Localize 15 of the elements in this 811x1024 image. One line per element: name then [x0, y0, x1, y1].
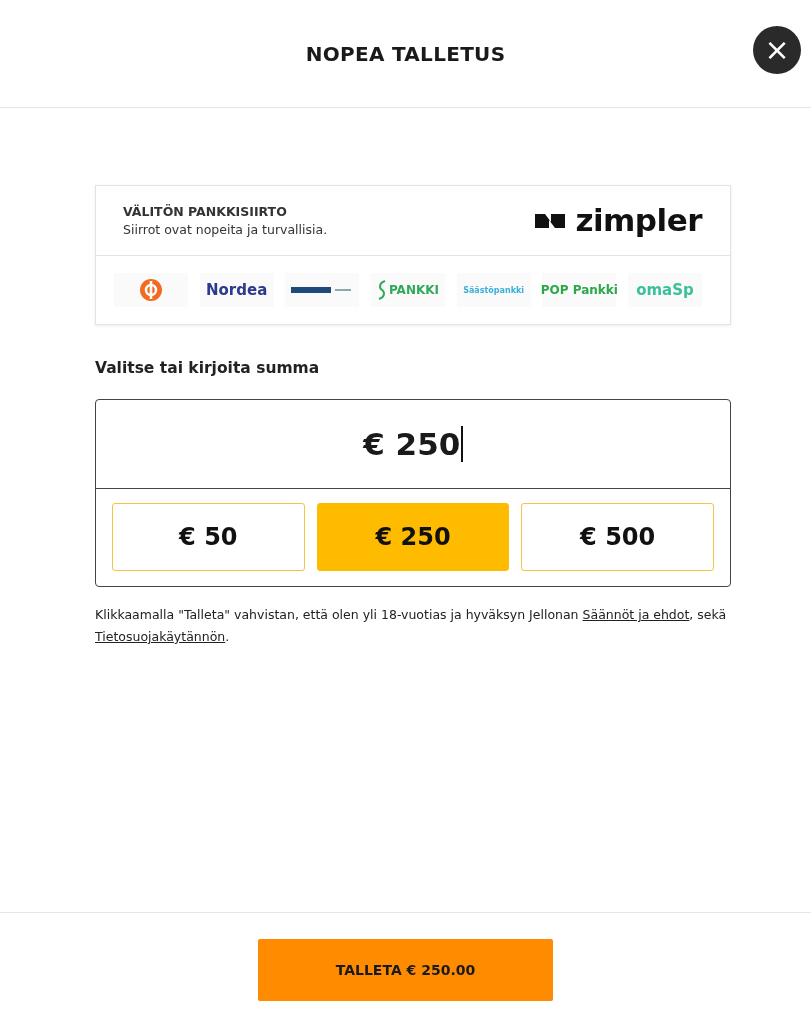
close-button[interactable]: ×: [753, 26, 801, 74]
provider-title: VÄLITÖN PANKKISIIRTO: [123, 204, 288, 219]
amount-option[interactable]: € 500: [521, 503, 714, 571]
provider-subtitle: Siirrot ovat nopeita ja turvallisia.: [123, 222, 328, 237]
amount-option[interactable]: € 250: [316, 503, 510, 571]
amount-label: Valitse tai kirjoita summa: [95, 359, 321, 377]
amount-input[interactable]: € 250: [96, 400, 730, 489]
bank-logo[interactable]: Nordea: [199, 273, 274, 307]
provider-logo: zimpler: [575, 205, 702, 236]
terms-link[interactable]: Tietosuojakäytännön: [95, 629, 226, 644]
deposit-button[interactable]: TALLETA € 250.00: [258, 939, 553, 1001]
dialog-title: NOPEA TALLETUS: [305, 41, 506, 66]
bank-logo-icon[interactable]: [291, 286, 354, 294]
consent-text: Klikkaamalla "Talleta" vahvistan, että olen yli 18-vuotias ja hyväksyn Jellonan Säännöt ja ehdot, sekä Tietosuojakäytännön.: [95, 606, 728, 646]
amount-option[interactable]: € 50: [112, 503, 305, 571]
